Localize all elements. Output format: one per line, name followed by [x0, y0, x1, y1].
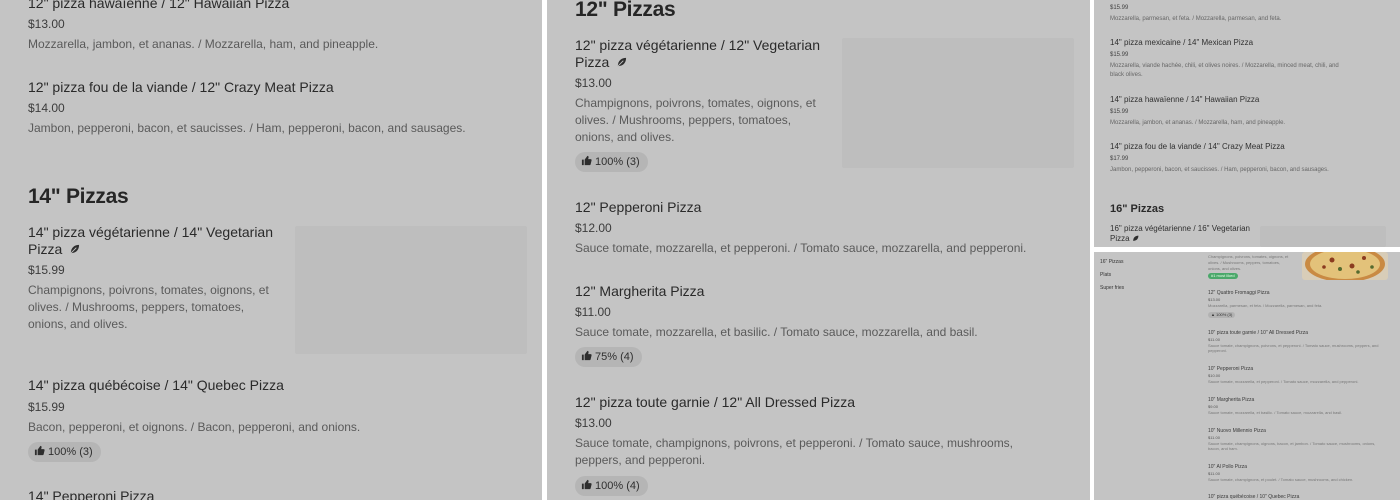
- category-nav-item[interactable]: Super fries: [1100, 285, 1124, 291]
- menu-panel-right-bottom: 16" Pizzas Plats Super fries Champignons…: [1094, 252, 1400, 500]
- item-name-line2[interactable]: Pizza: [1110, 234, 1139, 244]
- item-price: $11.00: [575, 305, 611, 319]
- item-description: Mozzarella, parmesan, et feta. / Mozzare…: [1110, 16, 1282, 22]
- item-price: $15.99: [28, 400, 65, 414]
- item-description: black olives.: [1110, 72, 1143, 78]
- item-price: $13.00: [28, 17, 65, 31]
- item-description: olives. / Mushrooms, peppers, tomatoes,: [1208, 260, 1281, 265]
- item-name[interactable]: 14" pizza végétarienne / 14" Vegetarian: [28, 224, 273, 241]
- thumbs-up-icon: [581, 155, 592, 166]
- item-name[interactable]: 10" Margherita Pizza: [1208, 397, 1254, 403]
- rating-badge: 100% (3): [28, 442, 101, 462]
- item-name[interactable]: 14" pizza fou de la viande / 14" Crazy M…: [1110, 142, 1285, 152]
- item-price: $11.00: [1208, 471, 1220, 476]
- category-nav-item[interactable]: Plats: [1100, 272, 1111, 278]
- item-name[interactable]: 14" Pepperoni Pizza: [28, 488, 154, 500]
- item-price: $15.99: [28, 263, 65, 277]
- item-price: $10.00: [1208, 373, 1221, 378]
- item-description: olives. / Mushrooms, peppers, tomatoes,: [28, 300, 245, 314]
- item-description: Jambon, pepperoni, bacon, et saucisses. …: [1110, 167, 1329, 173]
- leaf-icon: [1132, 235, 1139, 241]
- rating-badge: 75% (4): [575, 347, 642, 367]
- category-nav-item[interactable]: 16" Pizzas: [1100, 259, 1123, 265]
- item-price: $13.00: [575, 416, 612, 430]
- item-price: $13.00: [575, 76, 612, 90]
- item-name[interactable]: 10" pizza toute garnie / 10" All Dressed…: [1208, 330, 1308, 336]
- item-name[interactable]: 12" pizza hawaïenne / 12" Hawaiian Pizza: [28, 0, 289, 12]
- item-name[interactable]: 14" pizza mexicaine / 14" Mexican Pizza: [1110, 38, 1253, 48]
- item-price: $15.99: [1110, 52, 1129, 58]
- item-description: Champignons, poivrons, tomates, oignons,…: [28, 283, 269, 297]
- section-heading: 12" Pizzas: [575, 0, 676, 21]
- leaf-icon: [70, 244, 80, 254]
- rating-badge: 100% (4): [575, 476, 648, 496]
- item-description: Sauce tomate, champignons, et poulet. / …: [1208, 477, 1354, 482]
- most-liked-badge: #1 most liked: [1208, 273, 1238, 279]
- section-heading: 16" Pizzas: [1110, 203, 1165, 215]
- item-name[interactable]: 16" pizza végétarienne / 16" Vegetarian: [1110, 224, 1250, 234]
- item-description: onions, and olives.: [28, 317, 128, 331]
- item-name[interactable]: 12" pizza végétarienne / 12" Vegetarian: [575, 37, 820, 54]
- item-price: $11.00: [1208, 337, 1220, 342]
- item-name[interactable]: 12" Quattro Fromaggi Pizza: [1208, 290, 1270, 296]
- item-description: Champignons, poivrons, tomates, oignons,…: [1208, 254, 1289, 259]
- item-description: Mozzarella, jambon, et ananas. / Mozzare…: [1110, 120, 1286, 126]
- item-name-line2[interactable]: Pizza: [575, 54, 627, 71]
- section-heading: 14" Pizzas: [28, 185, 129, 208]
- thumbs-up-icon: ▲: [1211, 312, 1215, 317]
- item-description: Bacon, pepperoni, et oignons. / Bacon, p…: [28, 420, 361, 434]
- pizza-image: [1305, 252, 1385, 280]
- menu-panel-left: 12" pizza hawaïenne / 12" Hawaiian Pizza…: [0, 0, 542, 500]
- item-name[interactable]: 14" pizza québécoise / 14" Quebec Pizza: [28, 377, 284, 394]
- item-price: $12.00: [575, 221, 612, 235]
- item-description: Sauce tomate, mozzarella, et basilic. / …: [575, 325, 978, 339]
- thumbs-up-icon: [581, 350, 592, 361]
- item-name[interactable]: 12" Margherita Pizza: [575, 283, 704, 300]
- menu-panel-right-top: $15.99 Mozzarella, parmesan, et feta. / …: [1094, 0, 1400, 247]
- item-name[interactable]: 12" Pepperoni Pizza: [575, 199, 701, 216]
- item-description: peppers, and pepperoni.: [575, 453, 706, 467]
- item-name[interactable]: 10" Pepperoni Pizza: [1208, 366, 1253, 372]
- item-price: $13.00: [1208, 297, 1221, 302]
- rating-badge: 100% (3): [575, 152, 648, 172]
- item-photo[interactable]: [295, 226, 527, 354]
- item-description: Mozzarella, viande hachée, chili, et oli…: [1110, 63, 1339, 69]
- item-price: $15.99: [1110, 109, 1129, 115]
- item-price: $17.99: [1110, 156, 1129, 162]
- item-name[interactable]: 10" Nuovo Millennio Pizza: [1208, 428, 1266, 434]
- item-name[interactable]: 12" pizza toute garnie / 12" All Dressed…: [575, 394, 855, 411]
- item-description: olives. / Mushrooms, peppers, tomatoes,: [575, 113, 792, 127]
- item-price: $11.00: [1208, 435, 1220, 440]
- item-name[interactable]: 12" pizza fou de la viande / 12" Crazy M…: [28, 79, 334, 96]
- rating-badge: ▲ 100% (3): [1208, 312, 1236, 318]
- thumbs-up-icon: [581, 479, 592, 490]
- item-name-line2[interactable]: Pizza: [28, 241, 80, 258]
- item-name[interactable]: 10" Al Pollo Pizza: [1208, 464, 1247, 470]
- item-photo[interactable]: [842, 38, 1074, 168]
- item-description: Sauce tomate, mozzarella, et pepperoni. …: [1208, 379, 1359, 384]
- item-description: Sauce tomate, mozzarella, et pepperoni. …: [575, 241, 1027, 255]
- item-description: Mozzarella, jambon, et ananas. / Mozzare…: [28, 37, 379, 51]
- item-description: Sauce tomate, mozzarella, et basilic. / …: [1208, 410, 1343, 415]
- item-description: Sauce tomate, champignons, oignons, baco…: [1208, 441, 1376, 451]
- item-description: Champignons, poivrons, tomates, oignons,…: [575, 96, 816, 110]
- menu-panel-center: 12" Pizzas 12" pizza végétarienne / 12" …: [547, 0, 1090, 500]
- leaf-icon: [617, 57, 627, 67]
- item-description: onions, and olives.: [1208, 266, 1242, 271]
- item-price: $9.00: [1208, 404, 1219, 409]
- thumbs-up-icon: [34, 445, 45, 456]
- item-description: Jambon, pepperoni, bacon, et saucisses. …: [28, 121, 466, 135]
- pizza-photo[interactable]: [1302, 252, 1388, 280]
- item-description: Mozzarella, parmesan, et feta. / Mozzare…: [1208, 303, 1323, 308]
- item-description: Sauce tomate, champignons, poivrons, et …: [1208, 343, 1379, 353]
- item-description: onions, and olives.: [575, 130, 675, 144]
- item-price: $15.99: [1110, 5, 1129, 11]
- item-price: $14.00: [28, 101, 65, 115]
- item-photo[interactable]: [1260, 226, 1386, 247]
- item-name[interactable]: 14" pizza hawaïenne / 14" Hawaiian Pizza: [1110, 95, 1259, 105]
- item-description: Sauce tomate, champignons, poivrons, et …: [575, 436, 1014, 450]
- item-name[interactable]: 10" pizza québécoise / 10" Quebec Pizza: [1208, 494, 1299, 500]
